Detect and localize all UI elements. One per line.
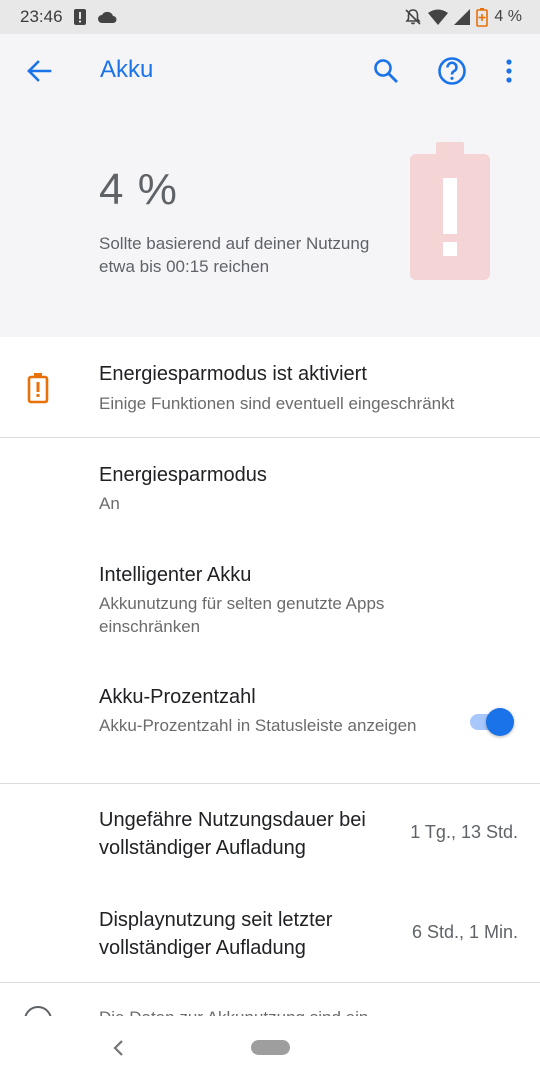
page-title: Akku [100, 56, 154, 83]
back-button[interactable] [22, 56, 56, 90]
status-battery-text: 4 % [494, 8, 522, 25]
battery-alert-icon [410, 142, 490, 280]
battery-percentage-subtitle: Akku-Prozentzahl in Statusleiste anzeige… [99, 716, 417, 735]
divider [0, 982, 540, 983]
alert-notification-icon [73, 8, 87, 26]
help-icon [437, 56, 467, 91]
notifications-off-icon [404, 8, 422, 26]
saver-banner-subtitle: Einige Funktionen sind eventuell eingesc… [99, 394, 455, 413]
adaptive-battery-subtitle: Akkunutzung für selten genutzte Apps ein… [99, 594, 385, 636]
full-charge-duration-value: 1 Tg., 13 Std. [410, 822, 518, 842]
battery-saver-setting[interactable]: Energiesparmodus An [0, 438, 540, 538]
full-charge-duration-title: Ungefähre Nutzungsdauer bei vollständige… [99, 809, 366, 859]
wifi-icon [428, 9, 449, 25]
nav-home-pill[interactable] [251, 1040, 290, 1055]
toggle-thumb [486, 708, 514, 736]
battery-saver-title: Energiesparmodus [99, 464, 267, 486]
status-bar: 23:46 4 % [0, 0, 540, 34]
battery-saver-subtitle: An [99, 494, 120, 513]
battery-percentage-toggle[interactable] [468, 708, 514, 736]
more-options-button[interactable] [494, 55, 524, 91]
nav-back-button[interactable] [108, 1036, 128, 1060]
battery-percentage-setting[interactable]: Akku-Prozentzahl Akku-Prozentzahl in Sta… [0, 664, 540, 784]
full-charge-duration-row: Ungefähre Nutzungsdauer bei vollständige… [0, 784, 540, 884]
cell-signal-icon [454, 9, 471, 25]
battery-percentage-title: Akku-Prozentzahl [99, 686, 256, 708]
more-vert-icon [506, 58, 512, 88]
search-icon [373, 58, 399, 89]
saver-banner[interactable]: Energiesparmodus ist aktiviert Einige Fu… [0, 337, 540, 437]
saver-banner-title: Energiesparmodus ist aktiviert [99, 363, 367, 385]
status-time: 23:46 [20, 7, 63, 26]
battery-percent: 4 % [99, 165, 178, 214]
app-bar: Akku [0, 34, 540, 110]
help-button[interactable] [434, 55, 470, 91]
screen-usage-value: 6 Std., 1 Min. [411, 922, 518, 942]
screen-usage-row: Displaynutzung seit letzter vollständige… [0, 884, 540, 982]
back-arrow-icon [26, 59, 52, 87]
navigation-bar [0, 1016, 540, 1080]
adaptive-battery-setting[interactable]: Intelligenter Akku Akkunutzung für selte… [0, 540, 540, 662]
battery-saver-status-icon [476, 7, 489, 27]
cloud-icon [97, 10, 117, 24]
battery-estimate: Sollte basierend auf deiner Nutzung etwa… [99, 234, 370, 276]
chevron-left-icon [108, 1040, 128, 1064]
search-button[interactable] [368, 55, 404, 91]
screen-usage-title: Displaynutzung seit letzter vollständige… [99, 909, 333, 959]
battery-header: 4 % Sollte basierend auf deiner Nutzung … [0, 110, 540, 337]
adaptive-battery-title: Intelligenter Akku [99, 564, 252, 586]
